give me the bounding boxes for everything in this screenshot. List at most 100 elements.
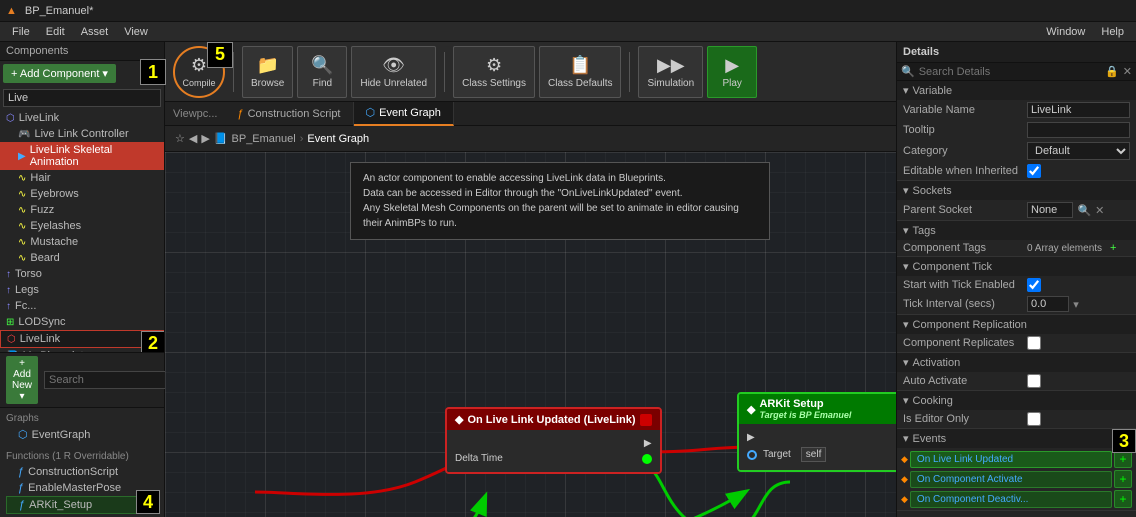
forward-icon[interactable]: ▶ [201,132,209,145]
find-icon: 🔍 [311,55,333,76]
torso-icon: ↑ [6,269,11,280]
tickinterval-arrow[interactable]: ▾ [1073,298,1079,311]
row-editor-only: Is Editor Only [897,410,1136,428]
component-livelink-bottom[interactable]: ⬡LiveLink 2 [0,330,164,348]
lock-icon[interactable]: 🔒 [1105,65,1119,78]
autoactivate-checkbox[interactable] [1027,374,1041,388]
play-button[interactable]: ▶ Play [707,46,757,98]
parent-socket-input[interactable] [1027,202,1073,218]
construction-label: Construction Script [248,108,341,120]
search-input[interactable] [3,89,161,107]
component-eyebrows[interactable]: ∿Eyebrows [0,186,164,202]
menu-asset[interactable]: Asset [73,26,117,38]
chevron-cooking: ▾ [903,394,909,407]
event-diamond-3: ◆ [901,494,908,505]
compile-button[interactable]: ⚙ Compile 5 [173,46,225,98]
varname-input[interactable] [1027,102,1130,118]
event-add-activate[interactable]: + [1114,470,1132,488]
back-icon[interactable]: ◀ [189,132,197,145]
class-defaults-button[interactable]: 📋 Class Defaults [539,46,621,98]
node-close-livelink[interactable] [640,414,652,426]
component-lodsync[interactable]: ⊞LODSync [0,314,164,330]
row-parent-socket: Parent Socket 🔍 ✕ [897,200,1136,220]
comprep-checkbox[interactable] [1027,336,1041,350]
simulation-button[interactable]: ▶▶ Simulation [638,46,703,98]
star-icon[interactable]: ☆ [175,132,185,145]
event-btn-deactivate[interactable]: On Component Deactiv... [910,491,1112,508]
controller-icon: 🎮 [18,129,30,140]
event-btn-activate[interactable]: On Component Activate [910,471,1112,488]
editable-checkbox[interactable] [1027,164,1041,178]
event-diamond-1: ◆ [901,454,908,465]
component-livelink-root[interactable]: ⬡LiveLink [0,110,164,126]
component-eyelashes[interactable]: ∿Eyelashes [0,218,164,234]
component-fc[interactable]: ↑Fc... [0,298,164,314]
event-btn-livelink[interactable]: On Live Link Updated [910,451,1112,468]
graph-eventgraph[interactable]: ⬡ EventGraph [6,426,158,443]
sockets-header[interactable]: ▾ Sockets [897,181,1136,200]
diamond-icon-arkit: ◆ [747,403,755,416]
tooltip-input[interactable] [1027,122,1130,138]
menu-edit[interactable]: Edit [38,26,73,38]
menu-view[interactable]: View [116,26,156,38]
sockets-label: Sockets [913,185,952,197]
event-livelink-label: On Live Link Updated [917,454,1013,465]
tab-eventgraph[interactable]: ⬡ Event Graph [354,102,454,126]
starttick-checkbox[interactable] [1027,278,1041,292]
component-hair[interactable]: ∿Hair [0,170,164,186]
comprep-label: Component Replication [913,319,1027,331]
num-label-1: 1 [140,59,166,85]
comptags-label: Component Tags [903,242,1023,254]
component-fuzz[interactable]: ∿Fuzz [0,202,164,218]
hide-unrelated-button[interactable]: 👁 Hide Unrelated [351,46,436,98]
component-mustache[interactable]: ∿Mustache [0,234,164,250]
hair-icon: ∿ [18,173,26,184]
close-icon-details[interactable]: ✕ [1123,65,1132,78]
node-arkit-setup[interactable]: ◆ ARKit Setup Target is BP Emanuel ▶ ▷ [737,392,896,472]
component-livelink-skeletal[interactable]: ▶LiveLink Skeletal Animation [0,142,164,170]
tickinterval-input[interactable] [1027,296,1069,312]
events-section-header[interactable]: ▾ Events [897,429,1136,448]
activation-header[interactable]: ▾ Activation [897,353,1136,372]
browse-icon: 📁 [256,55,278,76]
socket-clear-icon[interactable]: ✕ [1095,204,1104,217]
add-new-button[interactable]: + Add New ▾ [6,356,38,404]
details-search-input[interactable] [919,66,1101,78]
component-beard[interactable]: ∿Beard [0,250,164,266]
func-construction[interactable]: ƒ ConstructionScript [6,464,158,480]
editoronly-checkbox[interactable] [1027,412,1041,426]
row-auto-activate: Auto Activate [897,372,1136,390]
starttick-label: Start with Tick Enabled [903,279,1023,291]
tags-add-icon[interactable]: + [1110,242,1116,254]
toolbar-sep-3 [629,52,630,92]
menu-window[interactable]: Window [1038,26,1093,38]
node-subtitle-arkit: Target is BP Emanuel [759,410,851,420]
component-torso[interactable]: ↑Torso [0,266,164,282]
tags-header[interactable]: ▾ Tags [897,221,1136,240]
comptick-header[interactable]: ▾ Component Tick [897,257,1136,276]
events-label: Events [913,433,947,445]
functions-header: Functions (1 R Overridable) [6,449,158,464]
component-legs[interactable]: ↑Legs [0,282,164,298]
variable-section-header[interactable]: ▾ Variable [897,81,1136,100]
class-settings-button[interactable]: ⚙ Class Settings [453,46,535,98]
section-component-tick: ▾ Component Tick Start with Tick Enabled… [897,257,1136,315]
socket-search-icon[interactable]: 🔍 [1077,204,1091,217]
menu-help[interactable]: Help [1093,26,1132,38]
event-add-deactivate[interactable]: + [1114,490,1132,508]
title-bar: ▲ BP_Emanuel* [0,0,1136,22]
add-component-button[interactable]: + Add Component ▾ [3,64,116,83]
event-diamond-2: ◆ [901,474,908,485]
comprep-header[interactable]: ▾ Component Replication [897,315,1136,334]
category-select[interactable]: Default [1027,142,1130,160]
component-livelink-controller[interactable]: 🎮Live Link Controller [0,126,164,142]
browse-button[interactable]: 📁 Browse [242,46,293,98]
cooking-header[interactable]: ▾ Cooking [897,391,1136,410]
find-button[interactable]: 🔍 Find [297,46,347,98]
delta-pin[interactable] [642,454,652,464]
tab-construction[interactable]: ƒ Construction Script [225,102,353,126]
menu-file[interactable]: File [4,26,38,38]
blueprint-canvas[interactable]: An actor component to enable accessing L… [165,152,896,517]
node-on-live-link[interactable]: ◆ On Live Link Updated (LiveLink) ▶ Delt… [445,407,662,474]
target-pin[interactable] [747,450,757,460]
